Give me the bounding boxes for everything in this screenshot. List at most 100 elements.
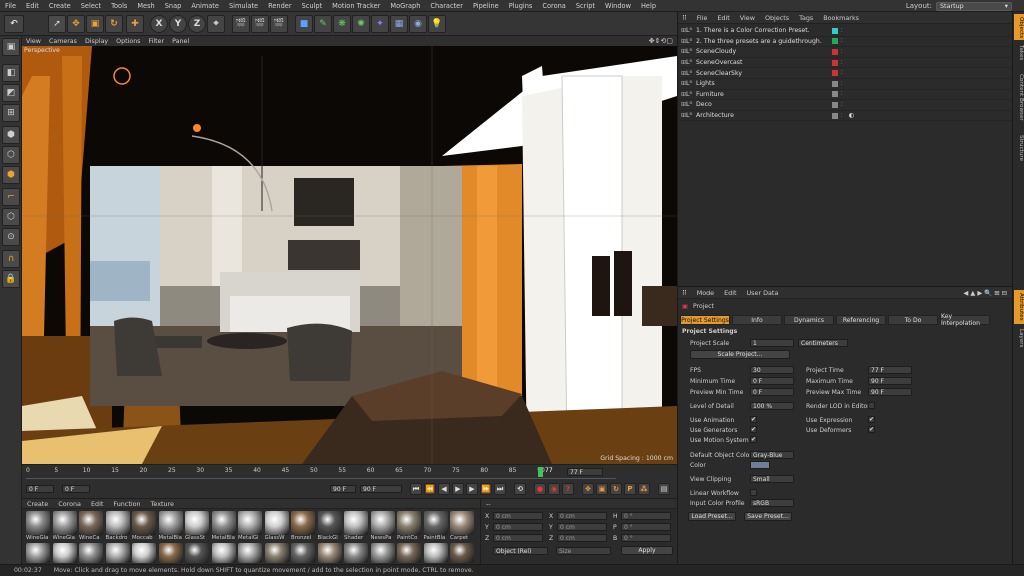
- load-preset-button[interactable]: Load Preset...: [688, 512, 736, 521]
- phong-tag-icon[interactable]: ◐: [849, 112, 854, 119]
- object-row[interactable]: ⊞ L⁰ 1. There is a Color Correction Preset…: [678, 26, 1012, 37]
- menu-create[interactable]: Create: [44, 2, 76, 10]
- material-swatch[interactable]: [450, 511, 474, 535]
- input-color-profile-select[interactable]: sRGB: [750, 499, 794, 507]
- use-animation-checkbox[interactable]: ✔: [750, 416, 757, 423]
- x-axis-icon[interactable]: X: [150, 15, 168, 33]
- object-row[interactable]: ⊞ L⁰ Furniture ⁚: [678, 90, 1012, 101]
- layer-color-swatch[interactable]: [832, 101, 838, 108]
- timeline-playhead[interactable]: [538, 467, 543, 477]
- live-select-icon[interactable]: ➚: [48, 15, 66, 33]
- key-position-icon[interactable]: ✥: [582, 483, 594, 495]
- attribute-menu-edit[interactable]: Edit: [719, 289, 741, 297]
- object-name[interactable]: SceneClearSky: [696, 70, 826, 77]
- attribute-menu-user-data[interactable]: User Data: [742, 289, 784, 297]
- current-frame-field[interactable]: 77 F: [567, 468, 603, 476]
- go-to-end-icon[interactable]: ⏭: [494, 483, 506, 495]
- viewport-menu-cameras[interactable]: Cameras: [45, 38, 81, 45]
- material-menu-texture[interactable]: Texture: [146, 500, 179, 508]
- material-swatch[interactable]: [317, 511, 342, 535]
- go-to-start-icon[interactable]: ⏮: [410, 483, 422, 495]
- object-menu-file[interactable]: File: [692, 14, 713, 22]
- material-swatch[interactable]: [291, 511, 315, 535]
- viewport-menu-view[interactable]: View: [22, 38, 45, 45]
- scale-field[interactable]: 0 cm: [557, 534, 607, 542]
- object-row[interactable]: ⊞ L⁰ Architecture ⁚ ◐: [678, 111, 1012, 122]
- material-swatch[interactable]: [79, 543, 103, 563]
- visibility-dots-icon[interactable]: ⁚: [841, 60, 843, 66]
- previous-frame-icon[interactable]: ◀: [438, 483, 450, 495]
- visibility-dots-icon[interactable]: ⁚: [841, 70, 843, 76]
- magnet-icon[interactable]: ∩: [2, 250, 20, 268]
- menu-character[interactable]: Character: [425, 2, 468, 10]
- view-clipping-select[interactable]: Small: [750, 475, 794, 483]
- undo-icon[interactable]: ↶: [4, 15, 24, 33]
- tab-takes[interactable]: Takes: [1014, 42, 1024, 64]
- previous-key-icon[interactable]: ⏪: [424, 483, 436, 495]
- material-swatch[interactable]: [397, 543, 421, 563]
- expand-icon[interactable]: ⊞: [678, 27, 686, 34]
- scale-field[interactable]: 0 cm: [557, 512, 607, 520]
- menu-edit[interactable]: Edit: [21, 2, 44, 10]
- object-name[interactable]: SceneOvercast: [696, 59, 826, 66]
- texture-mode-icon[interactable]: ◩: [2, 84, 20, 102]
- color-swatch[interactable]: [750, 461, 770, 469]
- menu-render[interactable]: Render: [263, 2, 296, 10]
- tab-objects[interactable]: Objects: [1014, 14, 1024, 40]
- project-scale-unit-select[interactable]: Centimeters: [798, 339, 848, 347]
- material-swatch[interactable]: [344, 543, 368, 563]
- object-menu-edit[interactable]: Edit: [712, 14, 734, 22]
- visibility-dots-icon[interactable]: ⁚: [841, 91, 843, 97]
- menu-pipeline[interactable]: Pipeline: [468, 2, 504, 10]
- snap-icon[interactable]: ⊙: [2, 228, 20, 246]
- expand-icon[interactable]: ⊞: [678, 59, 686, 66]
- project-scale-field[interactable]: 1: [750, 339, 794, 347]
- next-key-icon[interactable]: ⏩: [480, 483, 492, 495]
- tab-project-settings[interactable]: Project Settings: [680, 315, 730, 325]
- object-row[interactable]: ⊞ L⁰ SceneOvercast ⁚: [678, 58, 1012, 69]
- coordinate-size-select[interactable]: Size: [556, 547, 611, 555]
- material-swatch[interactable]: [291, 543, 315, 563]
- menu-mograph[interactable]: MoGraph: [385, 2, 425, 10]
- layout-dropdown[interactable]: Startup ▾: [936, 1, 1012, 11]
- viewport-menu-display[interactable]: Display: [81, 38, 112, 45]
- visibility-dots-icon[interactable]: ⁚: [841, 113, 843, 119]
- cube-icon[interactable]: ■: [295, 15, 313, 33]
- layer-color-swatch[interactable]: [832, 70, 838, 77]
- expand-icon[interactable]: ⊞: [678, 112, 686, 119]
- visibility-dots-icon[interactable]: ⁚: [841, 49, 843, 55]
- z-axis-icon[interactable]: Z: [188, 15, 206, 33]
- layer-color-swatch[interactable]: [832, 80, 838, 87]
- rotation-field[interactable]: 0 °: [621, 512, 671, 520]
- tab-layers[interactable]: Layers: [1014, 326, 1024, 350]
- object-menu-view[interactable]: View: [735, 14, 760, 22]
- make-editable-icon[interactable]: ▣: [2, 38, 20, 56]
- viewport-nav-icons[interactable]: ✥⇕⟲▢: [649, 37, 677, 45]
- material-swatch[interactable]: [132, 511, 156, 535]
- object-name[interactable]: Lights: [696, 80, 826, 87]
- object-name[interactable]: 2. The three presets are a guidethrough.: [696, 38, 826, 45]
- material-swatch[interactable]: [105, 511, 130, 535]
- material-menu-create[interactable]: Create: [22, 500, 53, 508]
- coordinate-system-icon[interactable]: ⌖: [207, 15, 225, 33]
- pen-icon[interactable]: ✎: [314, 15, 332, 33]
- material-swatch[interactable]: [79, 511, 103, 535]
- visibility-dots-icon[interactable]: ⁚: [841, 102, 843, 108]
- rotation-field[interactable]: 0 °: [621, 523, 671, 531]
- tab-structure[interactable]: Structure: [1014, 130, 1024, 166]
- next-frame-icon[interactable]: ▶: [466, 483, 478, 495]
- material-swatch[interactable]: [423, 511, 448, 535]
- viewport-menu-options[interactable]: Options: [112, 38, 144, 45]
- floor-icon[interactable]: ▦: [390, 15, 408, 33]
- tab-referencing[interactable]: Referencing: [836, 315, 886, 325]
- preview-max-time-field[interactable]: 90 F: [868, 388, 912, 396]
- material-swatch[interactable]: [238, 511, 262, 535]
- menu-motion-tracker[interactable]: Motion Tracker: [327, 2, 385, 10]
- tweak-icon[interactable]: ⬡: [2, 208, 20, 226]
- points-mode-icon[interactable]: ⬢: [2, 126, 20, 144]
- material-swatch[interactable]: [370, 511, 395, 535]
- menu-script[interactable]: Script: [571, 2, 600, 10]
- viewport-menu-filter[interactable]: Filter: [144, 38, 168, 45]
- expand-icon[interactable]: ⊞: [678, 80, 686, 87]
- expand-icon[interactable]: ⊞: [678, 38, 686, 45]
